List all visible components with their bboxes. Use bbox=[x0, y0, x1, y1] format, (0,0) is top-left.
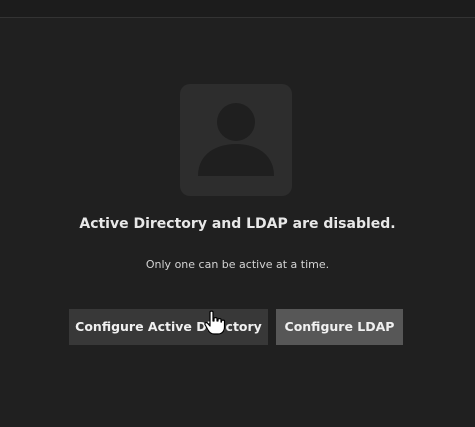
configure-ldap-button[interactable]: Configure LDAP bbox=[276, 309, 403, 345]
empty-state-subtitle: Only one can be active at a time. bbox=[145, 258, 330, 271]
user-placeholder-icon bbox=[180, 84, 292, 196]
configure-active-directory-button[interactable]: Configure Active Directory bbox=[69, 309, 268, 345]
empty-state-title: Active Directory and LDAP are disabled. bbox=[79, 216, 396, 232]
directory-services-empty-state: Active Directory and LDAP are disabled. … bbox=[0, 18, 475, 427]
top-bar bbox=[0, 0, 475, 18]
